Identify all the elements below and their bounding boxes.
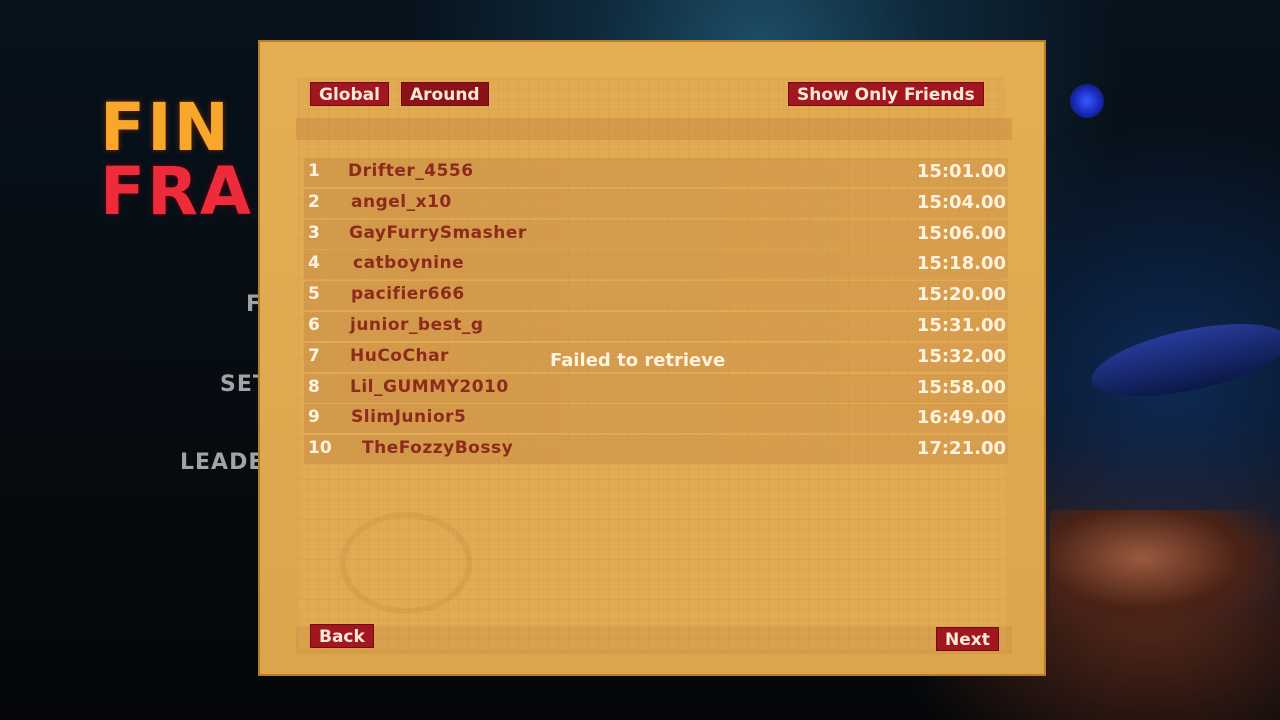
rank-number: 5 (308, 284, 320, 305)
player-name: catboynine (353, 253, 465, 274)
player-name: TheFozzyBossy (362, 438, 514, 459)
status-message: Failed to retrieve (550, 350, 726, 371)
show-only-friends-button[interactable]: Show Only Friends (788, 82, 984, 106)
leaderboard-row[interactable]: 2 angel_x10 15:04.00 (304, 188, 1008, 218)
leaderboard-row[interactable]: 8 Lil_GUMMY2010 15:58.00 (304, 373, 1008, 403)
player-name: angel_x10 (351, 191, 452, 212)
race-time: 15:06.00 (916, 222, 1006, 244)
player-name: HuCoChar (350, 345, 449, 366)
player-name: SlimJunior5 (351, 407, 467, 428)
leaderboard-row[interactable]: 10 TheFozzyBossy 17:21.00 (304, 435, 1008, 465)
player-name: junior_best_g (350, 314, 484, 335)
background-character (1050, 510, 1280, 630)
rank-number: 3 (308, 222, 320, 243)
rank-number: 4 (308, 253, 320, 274)
main-menu-item-leaderboard[interactable]: LEADE (180, 450, 264, 475)
rank-number: 7 (308, 345, 320, 366)
leaderboard-row[interactable]: 3 GayFurrySmasher 15:06.00 (304, 219, 1008, 249)
rank-number: 1 (308, 161, 320, 181)
rank-number: 9 (308, 407, 320, 428)
race-time: 16:49.00 (916, 407, 1006, 429)
back-button[interactable]: Back (310, 624, 374, 648)
logo-line-1: FIN (100, 89, 231, 166)
logo-line-2: FRA (100, 153, 253, 230)
leaderboard-row[interactable]: 1 Drifter_4556 15:01.00 (304, 158, 1008, 187)
panel-decoration (340, 512, 472, 614)
race-time: 15:20.00 (916, 284, 1006, 306)
leaderboard-row[interactable]: 6 junior_best_g 15:31.00 (304, 311, 1008, 341)
player-name: pacifier666 (351, 284, 465, 305)
race-time: 15:31.00 (916, 314, 1006, 336)
rank-number: 10 (308, 438, 332, 459)
stage-light (1070, 84, 1104, 118)
race-time: 17:21.00 (916, 438, 1006, 460)
rank-number: 2 (308, 191, 320, 212)
leaderboard-list: 1 Drifter_4556 15:01.00 2 angel_x10 15:0… (304, 158, 1008, 466)
game-logo: FIN FRA (100, 89, 253, 230)
tab-global[interactable]: Global (310, 82, 389, 106)
rank-number: 8 (308, 376, 320, 397)
race-time: 15:58.00 (916, 376, 1006, 398)
player-name: Drifter_4556 (348, 161, 474, 181)
player-name: Lil_GUMMY2010 (350, 376, 509, 397)
race-time: 15:32.00 (916, 345, 1006, 367)
leaderboard-row[interactable]: 4 catboynine 15:18.00 (304, 250, 1008, 280)
race-time: 15:04.00 (916, 191, 1006, 213)
player-name: GayFurrySmasher (349, 222, 527, 243)
tab-strip (296, 118, 1012, 140)
race-time: 15:01.00 (916, 161, 1006, 182)
next-button[interactable]: Next (936, 627, 999, 651)
leaderboard-panel: Global Around Show Only Friends 1 Drifte… (258, 40, 1046, 676)
footer-strip (296, 626, 1012, 654)
leaderboard-row[interactable]: 9 SlimJunior5 16:49.00 (304, 404, 1008, 434)
tab-around[interactable]: Around (401, 82, 489, 106)
race-time: 15:18.00 (916, 253, 1006, 275)
rank-number: 6 (308, 314, 320, 335)
leaderboard-row[interactable]: 5 pacifier666 15:20.00 (304, 281, 1008, 311)
